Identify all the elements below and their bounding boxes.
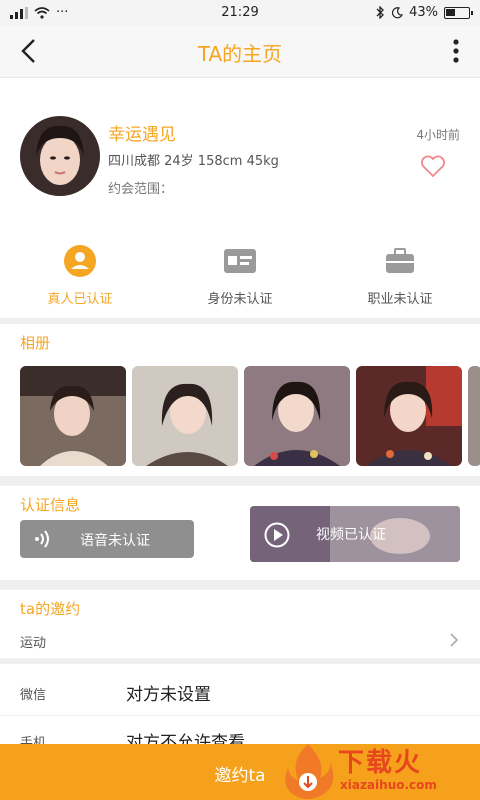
video-verify-button[interactable]: 视频已认证 [250,506,460,562]
last-active: 4小时前 [416,128,460,142]
person-icon [60,244,100,278]
album-photo[interactable] [132,366,238,466]
verify-identity-label: 身份未认证 [207,292,273,307]
battery-percent: 43% [409,5,438,20]
play-icon [264,522,290,548]
verify-career-label: 职业未认证 [367,292,433,307]
page-title: TA的主页 [197,42,283,66]
more-options-icon[interactable] [446,36,466,66]
profile-info: 四川成都 24岁 158cm 45kg [108,154,279,169]
status-right: 43% [375,5,473,20]
invite-title: ta的邀约 [20,600,81,618]
photo-strip[interactable] [20,366,480,466]
contact-key: 微信 [20,688,47,703]
avatar[interactable] [20,116,100,196]
sound-wave-icon [35,530,49,548]
status-bar: ··· 21:29 43% [0,0,480,26]
watermark-text: 下载火 [338,748,423,778]
voice-verify-label: 语音未认证 [80,533,150,549]
album-photo[interactable] [468,366,480,466]
nav-bar: TA的主页 [0,26,480,78]
heart-icon[interactable] [420,154,446,178]
album-photo[interactable] [356,366,462,466]
voice-verify-button[interactable]: 语音未认证 [20,520,194,558]
album-photo[interactable] [244,366,350,466]
contact-value: 对方未设置 [126,685,211,705]
album-section: 相册 [0,324,480,476]
video-verify-label: 视频已认证 [316,527,386,543]
verify-real-person[interactable]: 真人已认证 [0,244,160,308]
verify-identity[interactable]: 身份未认证 [160,244,320,308]
album-title: 相册 [20,334,51,352]
flame-logo-icon [285,744,334,799]
briefcase-icon [380,244,420,278]
profile-card: 幸运遇见 四川成都 24岁 158cm 45kg 约会范围： 4小时前 真人已认… [0,78,480,318]
profile-name: 幸运遇见 [108,125,176,145]
contact-row-wechat: 微信 对方未设置 [0,668,480,716]
invite-item[interactable]: 运动 [20,632,46,651]
battery-icon [444,6,473,19]
certification-title: 认证信息 [20,496,81,514]
moon-icon [392,6,404,18]
bluetooth-icon [376,6,385,19]
invite-section: ta的邀约 运动 [0,590,480,658]
verification-row: 真人已认证 身份未认证 职业未认证 [0,244,480,308]
verify-real-person-label: 真人已认证 [47,292,113,307]
certification-section: 认证信息 语音未认证 视频已认证 [0,486,480,580]
verify-career[interactable]: 职业未认证 [320,244,480,308]
album-photo[interactable] [20,366,126,466]
id-card-icon [220,244,260,278]
chevron-right-icon[interactable] [448,632,460,648]
avatar-portrait-image [20,116,100,196]
date-range-label: 约会范围： [108,182,174,197]
watermark-domain: xiazaihuo.com [340,778,437,792]
watermark-logo: 下载火 xiazaihuo.com [280,742,470,800]
